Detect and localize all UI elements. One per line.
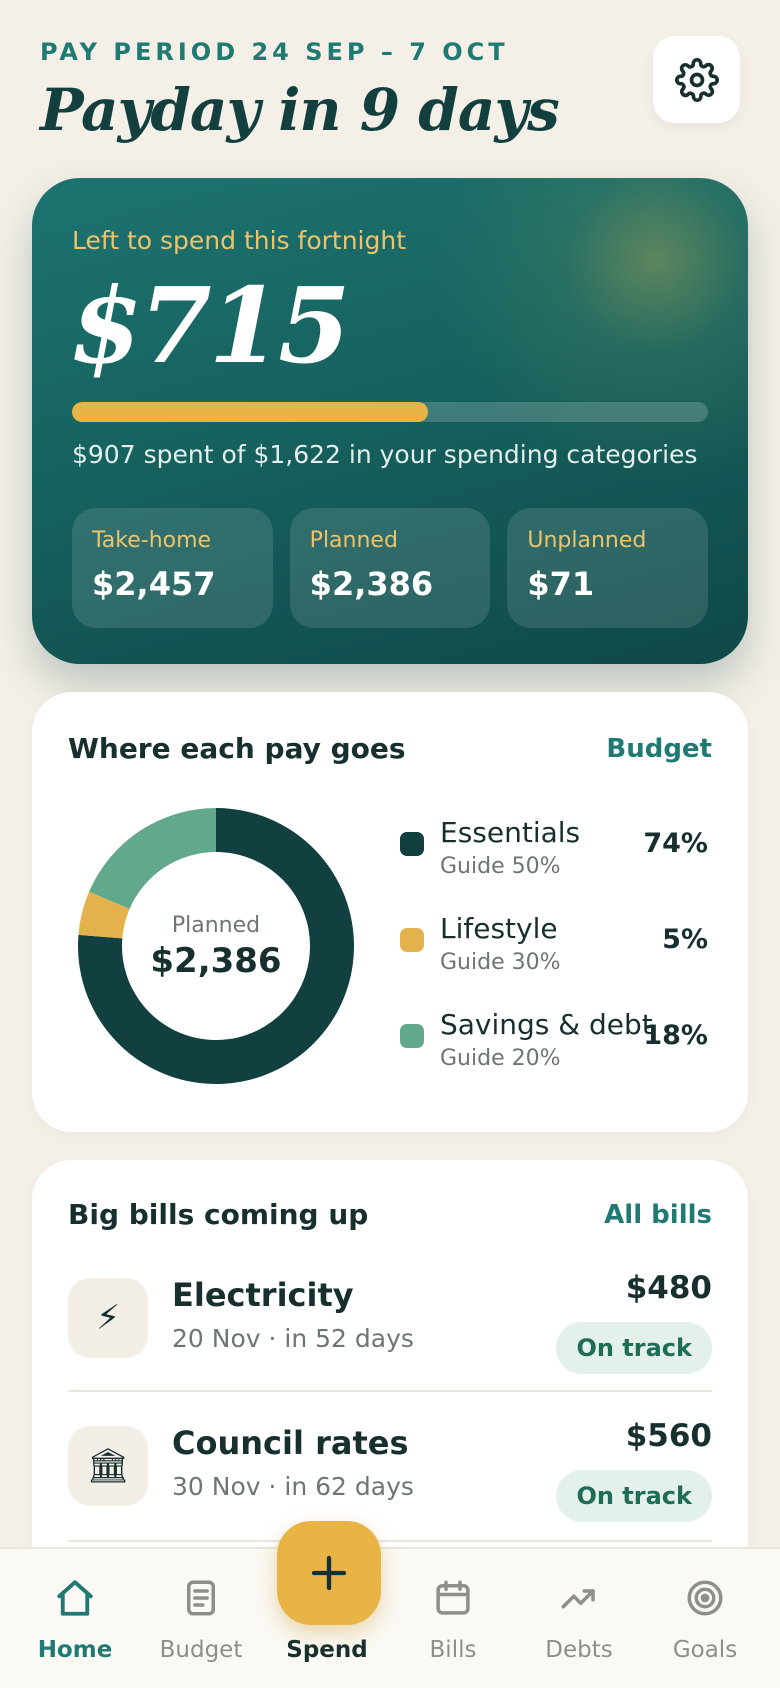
bill-due-date: 20 Nov · in 52 days [172, 1324, 414, 1353]
donut-center-label: Planned [172, 913, 260, 938]
stat-unplanned: Unplanned $71 [507, 508, 709, 628]
bill-row-electricity[interactable]: ⚡ Electricity 20 Nov · in 52 days $480 O… [68, 1264, 712, 1404]
legend-name: Essentials [440, 816, 581, 849]
bill-amount: $560 [625, 1418, 712, 1454]
add-spend-button[interactable] [277, 1521, 381, 1625]
stat-value: $71 [527, 565, 595, 603]
stat-label: Unplanned [527, 528, 647, 553]
header: PAY PERIOD 24 SEP – 7 OCT Payday in 9 da… [40, 38, 740, 158]
legend-dot [400, 832, 424, 856]
spend-progress-fill [72, 402, 428, 422]
nav-debts[interactable]: Debts [519, 1575, 639, 1663]
bills-title: Big bills coming up [68, 1198, 369, 1231]
page-title: Payday in 9 days [40, 76, 560, 144]
legend-guide: Guide 50% [440, 854, 561, 879]
bill-due-date: 30 Nov · in 62 days [172, 1472, 414, 1501]
legend-dot [400, 1024, 424, 1048]
nav-label: Home [37, 1637, 113, 1663]
spend-progress-bar [72, 402, 708, 422]
stat-value: $2,386 [309, 565, 434, 603]
legend-percent: 74% [643, 828, 708, 859]
legend-guide: Guide 30% [440, 950, 561, 975]
nav-label: Spend [286, 1637, 368, 1663]
trending-up-icon [561, 1589, 595, 1609]
pay-stats: Take-home $2,457 Planned $2,386 Unplanne… [72, 508, 709, 628]
allocation-legend: Essentials Guide 50% 74% Lifestyle Guide… [398, 816, 744, 1104]
legend-item-essentials[interactable]: Essentials Guide 50% 74% [398, 816, 744, 912]
legend-dot [400, 928, 424, 952]
legend-guide: Guide 20% [440, 1046, 561, 1071]
spent-summary: $907 spent of $1,622 in your spending ca… [72, 440, 698, 469]
nav-label: Debts [545, 1637, 613, 1663]
nav-label: Bills [429, 1637, 477, 1663]
allocation-card: Where each pay goes Budget Planned $2,38… [32, 692, 748, 1132]
target-icon [687, 1580, 723, 1616]
left-to-spend-amount: $715 [70, 264, 350, 387]
legend-name: Lifestyle [440, 912, 558, 945]
stat-label: Take-home [92, 528, 212, 553]
home-icon [57, 1580, 93, 1616]
legend-item-lifestyle[interactable]: Lifestyle Guide 30% 5% [398, 912, 744, 1008]
all-bills-link[interactable]: All bills [604, 1200, 712, 1230]
divider [68, 1540, 712, 1542]
plus-icon [311, 1555, 347, 1591]
stat-label: Planned [309, 528, 398, 553]
donut-segment-savings-debt[interactable] [89, 808, 216, 909]
stat-take-home: Take-home $2,457 [72, 508, 273, 628]
stat-planned: Planned $2,386 [289, 508, 491, 628]
left-to-spend-label: Left to spend this fortnight [72, 226, 407, 255]
bottom-nav: Home Budget Spend Bills Debts Goals [0, 1547, 780, 1688]
budget-link[interactable]: Budget [606, 734, 712, 764]
bill-row-council-rates[interactable]: 🏛 Council rates 30 Nov · in 62 days $560… [68, 1412, 712, 1552]
bill-name: Electricity [172, 1276, 354, 1314]
donut-center-value: $2,386 [150, 941, 281, 981]
legend-percent: 5% [662, 924, 708, 955]
calendar-icon [436, 1580, 470, 1615]
lightning-icon: ⚡ [68, 1278, 148, 1358]
bank-building-icon: 🏛 [68, 1426, 148, 1506]
nav-goals[interactable]: Goals [645, 1575, 765, 1663]
nav-budget[interactable]: Budget [141, 1575, 261, 1663]
legend-name: Savings & debt [440, 1008, 653, 1041]
nav-label: Goals [672, 1637, 738, 1663]
document-list-icon [187, 1580, 215, 1616]
pay-period-label: PAY PERIOD 24 SEP – 7 OCT [40, 38, 509, 66]
status-badge: On track [556, 1322, 712, 1374]
nav-label: Budget [159, 1637, 243, 1663]
settings-button[interactable] [653, 36, 740, 123]
legend-percent: 18% [643, 1020, 708, 1051]
allocation-title: Where each pay goes [68, 732, 406, 765]
stat-value: $2,457 [92, 565, 216, 603]
divider [68, 1390, 712, 1392]
legend-item-savings-debt[interactable]: Savings & debt Guide 20% 18% [398, 1008, 744, 1104]
status-badge: On track [556, 1470, 712, 1522]
bill-amount: $480 [625, 1270, 712, 1306]
gear-icon [674, 57, 719, 102]
nav-bills[interactable]: Bills [393, 1575, 513, 1663]
bill-name: Council rates [172, 1424, 409, 1462]
left-to-spend-card[interactable]: Left to spend this fortnight $715 $907 s… [32, 178, 748, 664]
allocation-donut-chart: Planned $2,386 [78, 808, 355, 1084]
nav-home[interactable]: Home [15, 1575, 135, 1663]
